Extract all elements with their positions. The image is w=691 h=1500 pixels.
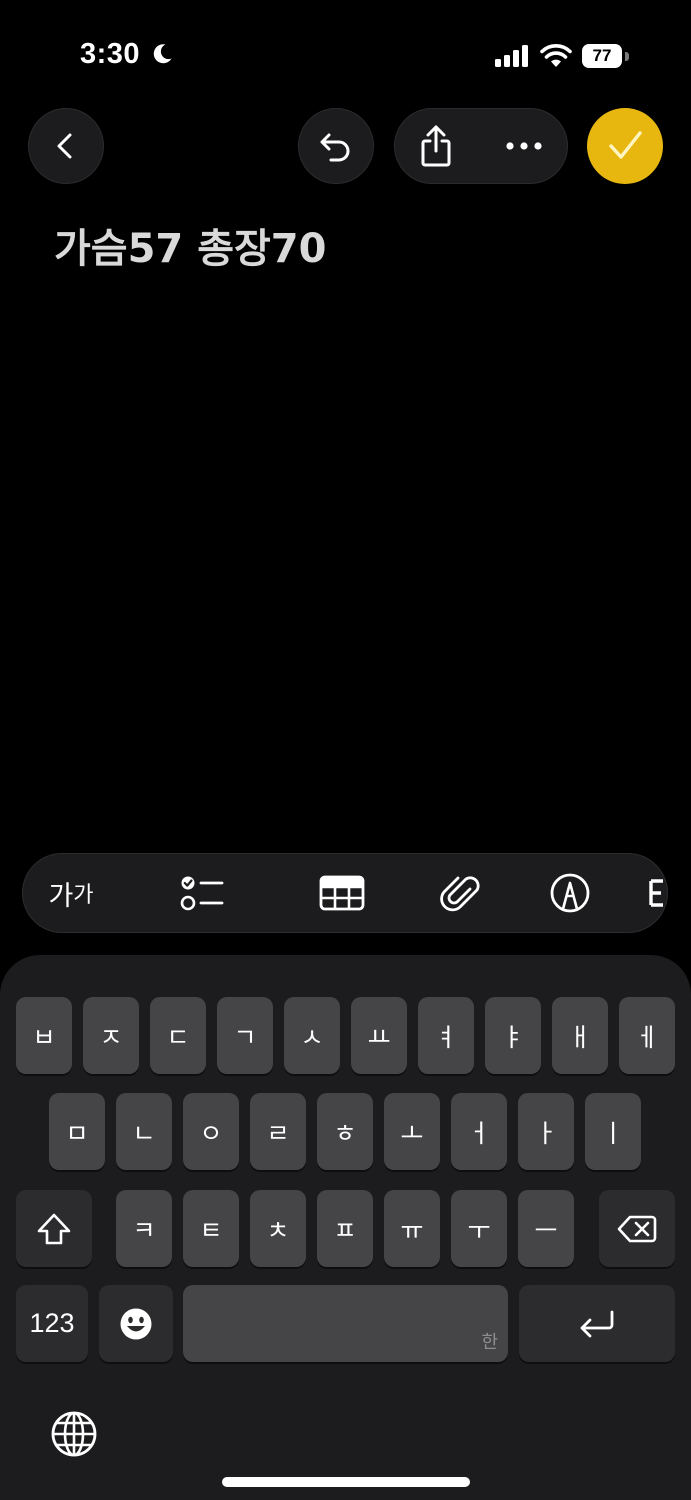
back-button[interactable] (28, 108, 104, 184)
format-toolbar: 가가 (22, 853, 668, 933)
key[interactable]: ㄷ (150, 997, 206, 1074)
key[interactable]: ㅏ (518, 1093, 574, 1170)
checklist-button[interactable] (172, 863, 232, 923)
done-button[interactable] (587, 108, 663, 184)
delete-key[interactable] (599, 1190, 675, 1267)
moon-icon (153, 44, 172, 64)
key[interactable]: ㄱ (217, 997, 273, 1074)
paperclip-icon (440, 876, 480, 912)
key[interactable]: ㅗ (384, 1093, 440, 1170)
chevron-left-icon (57, 133, 72, 159)
note-title[interactable]: 가슴57 총장70 (54, 216, 326, 274)
text-format-icon (649, 879, 663, 907)
checkmark-icon (609, 131, 642, 159)
key[interactable]: ㅔ (619, 997, 675, 1074)
key[interactable]: ㅛ (351, 997, 407, 1074)
key[interactable]: ㅈ (83, 997, 139, 1074)
key[interactable]: ㅠ (384, 1190, 440, 1267)
key[interactable]: ㅡ (518, 1190, 574, 1267)
numbers-key[interactable]: 123 (16, 1285, 88, 1362)
text-style-label-large: 가 (48, 880, 74, 912)
share-button[interactable] (406, 116, 466, 176)
key[interactable]: ㅊ (250, 1190, 306, 1267)
battery-indicator: 77 (582, 44, 630, 68)
keyboard: ㅂ ㅈ ㄷ ㄱ ㅅ ㅛ ㅕ ㅑ ㅐ ㅔ ㅁ ㄴ ㅇ ㄹ ㅎ ㅗ ㅓ ㅏ ㅣ ㅋ … (0, 955, 691, 1500)
key[interactable]: ㅍ (317, 1190, 373, 1267)
shift-icon (37, 1213, 71, 1244)
checklist-icon (180, 876, 224, 911)
text-style-label-small: 가 (73, 883, 94, 908)
delete-backward-icon (617, 1215, 657, 1242)
key[interactable]: ㅁ (49, 1093, 105, 1170)
key[interactable]: ㅂ (16, 997, 72, 1074)
return-key[interactable] (519, 1285, 675, 1362)
ellipsis-icon (506, 142, 542, 150)
more-button[interactable] (494, 116, 554, 176)
battery-level: 77 (582, 44, 622, 68)
format-more-button[interactable] (642, 863, 668, 923)
share-icon (421, 125, 451, 167)
space-language-hint: 한 (481, 1332, 498, 1353)
key[interactable]: ㅇ (183, 1093, 239, 1170)
markup-button[interactable] (540, 863, 600, 923)
status-time: 3:30 (80, 38, 141, 70)
emoji-key[interactable] (99, 1285, 173, 1362)
key[interactable]: ㅕ (418, 997, 474, 1074)
key[interactable]: ㅑ (485, 997, 541, 1074)
key[interactable]: ㅅ (284, 997, 340, 1074)
table-button[interactable] (312, 863, 372, 923)
key[interactable]: ㄹ (250, 1093, 306, 1170)
return-icon (580, 1310, 614, 1337)
key[interactable]: ㅌ (183, 1190, 239, 1267)
undo-button[interactable] (298, 108, 374, 184)
key[interactable]: ㅣ (585, 1093, 641, 1170)
cellular-signal-icon (495, 45, 528, 67)
key[interactable]: ㅜ (451, 1190, 507, 1267)
attachment-button[interactable] (430, 863, 490, 923)
undo-icon (320, 133, 350, 162)
globe-icon[interactable] (50, 1410, 98, 1458)
home-indicator[interactable] (222, 1477, 470, 1487)
text-style-button[interactable]: 가가 (40, 863, 102, 923)
key[interactable]: ㅓ (451, 1093, 507, 1170)
space-key[interactable]: 한 (183, 1285, 508, 1362)
pen-circle-icon (550, 873, 590, 913)
table-icon (319, 875, 365, 911)
battery-cap (625, 52, 629, 61)
key[interactable]: ㄴ (116, 1093, 172, 1170)
share-more-group (394, 108, 568, 184)
key[interactable]: ㅎ (317, 1093, 373, 1170)
wifi-icon (540, 44, 572, 67)
key[interactable]: ㅋ (116, 1190, 172, 1267)
shift-key[interactable] (16, 1190, 92, 1267)
key[interactable]: ㅐ (552, 997, 608, 1074)
emoji-icon (120, 1308, 152, 1339)
status-bar: 3:30 77 (0, 0, 691, 110)
